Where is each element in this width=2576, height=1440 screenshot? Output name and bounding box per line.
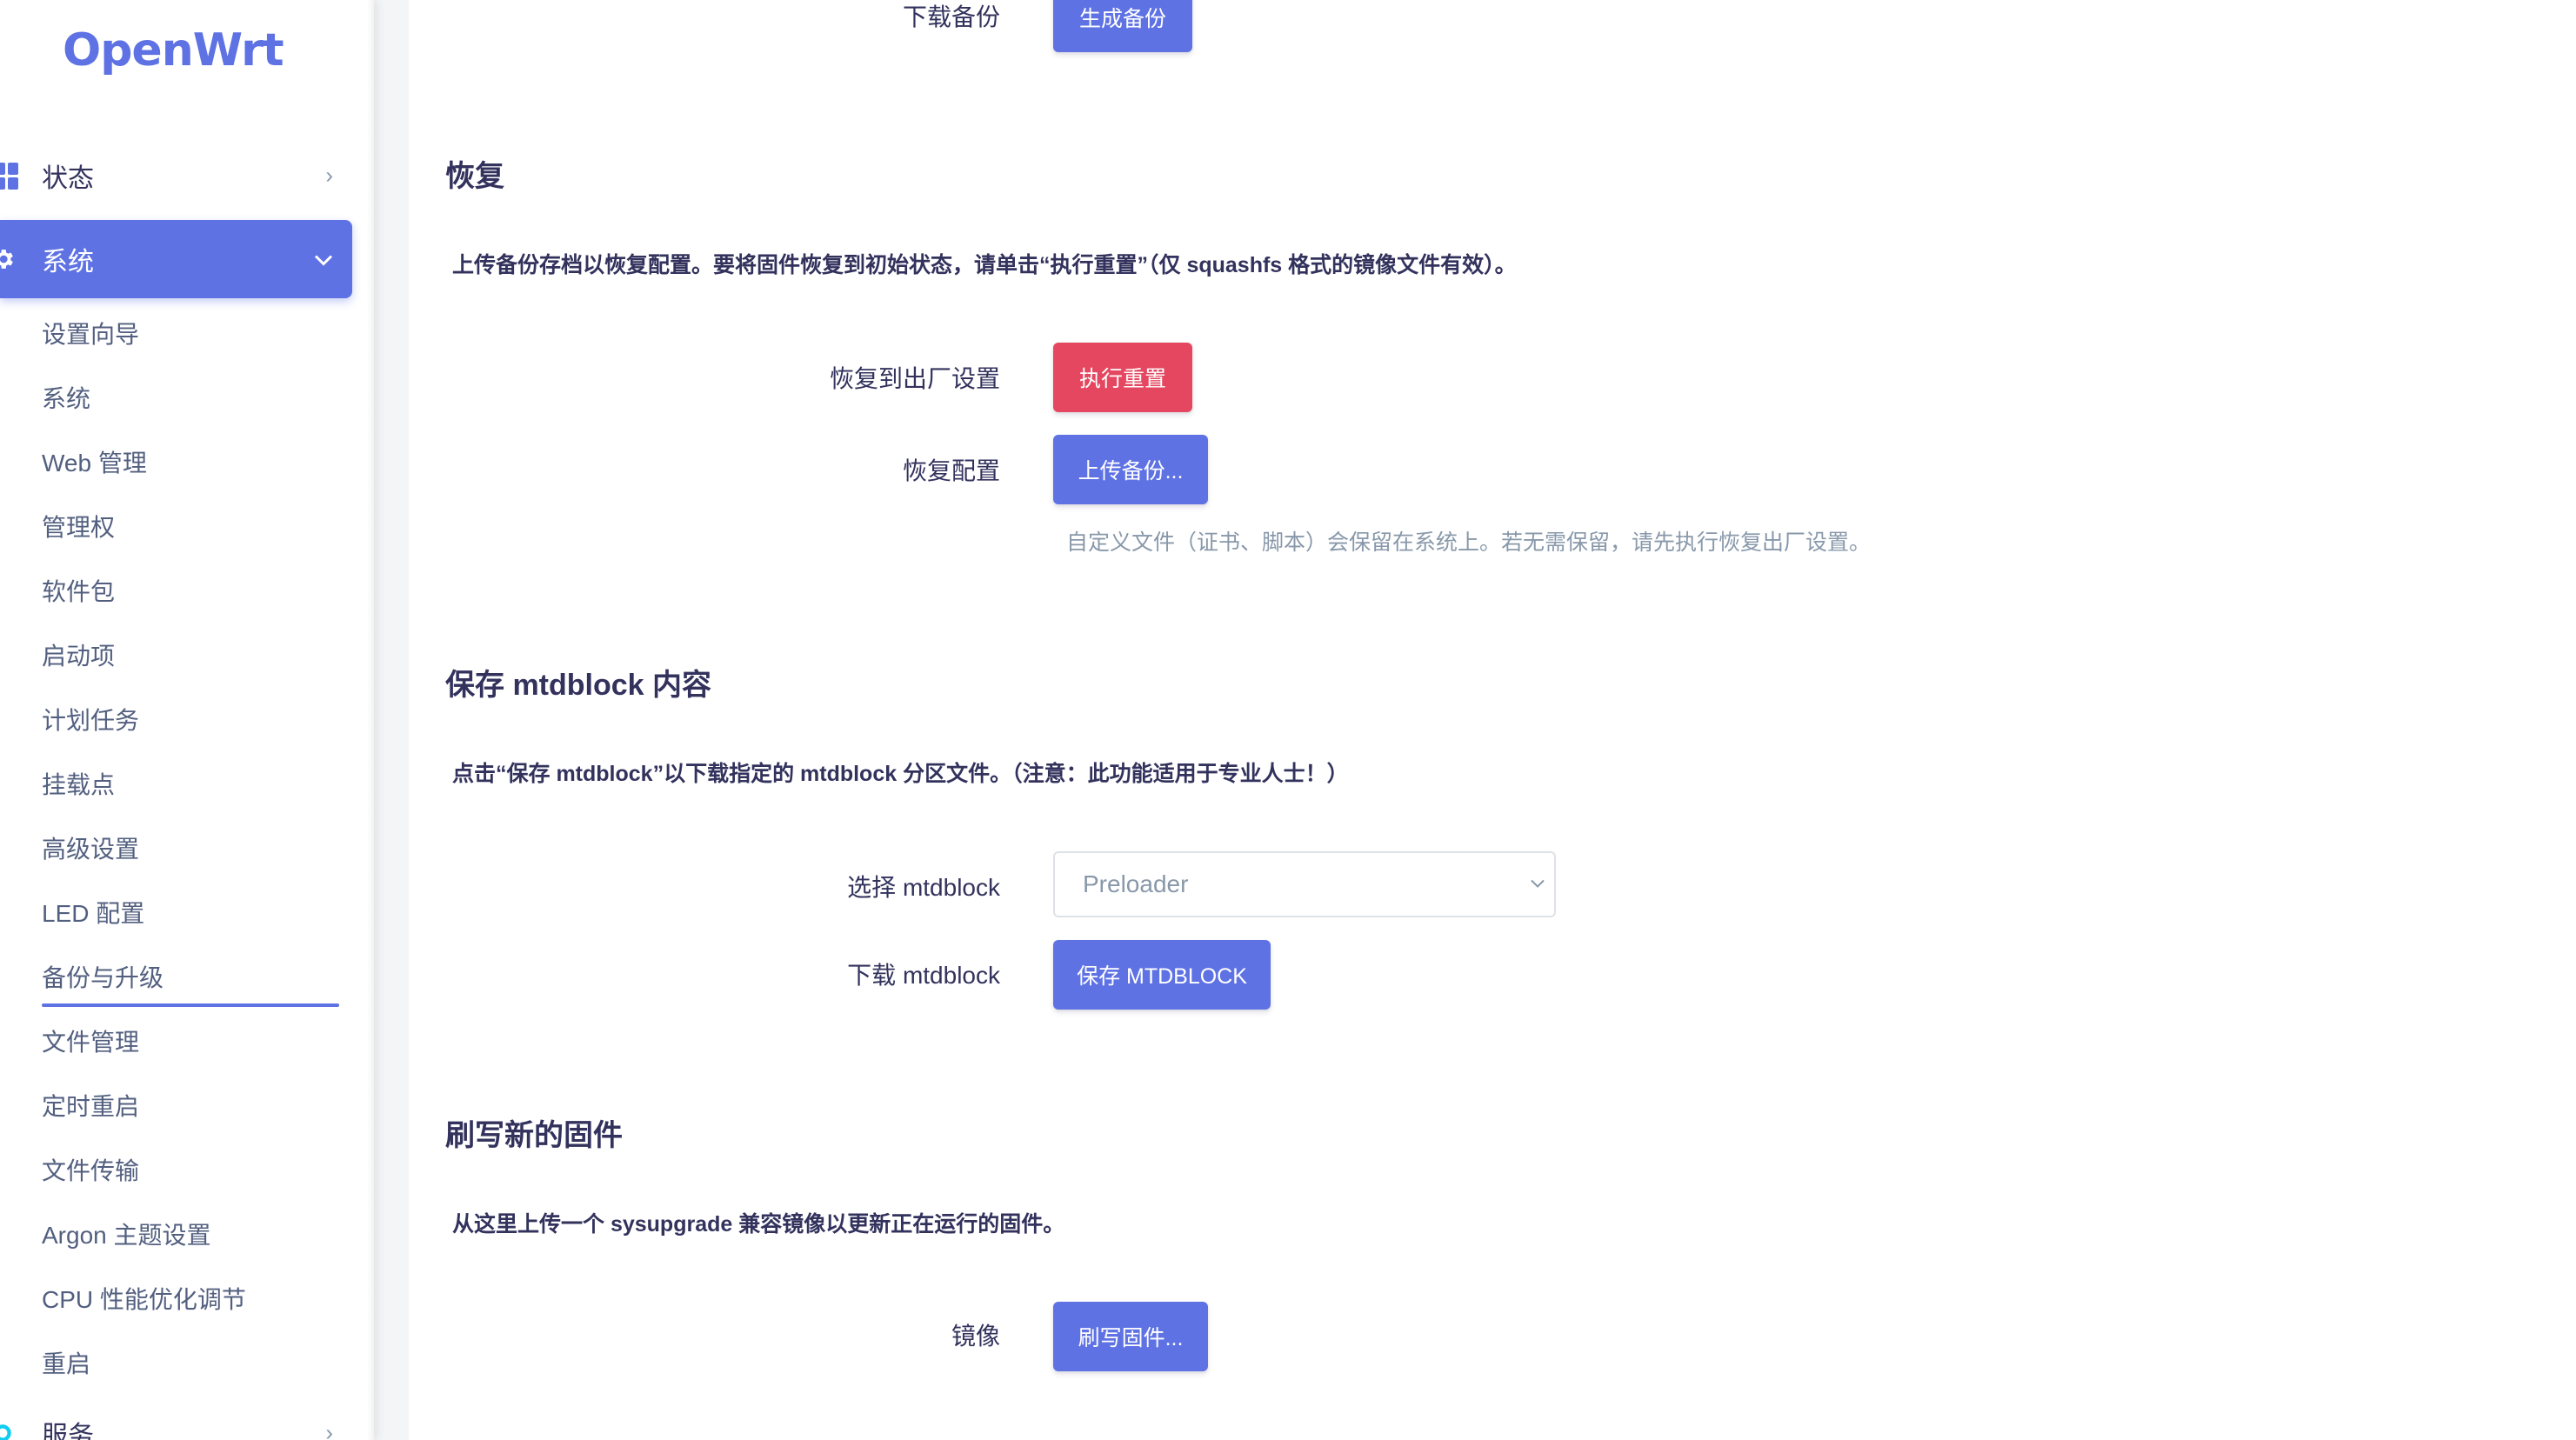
- sidebar-item-mount-points[interactable]: 挂载点: [42, 751, 339, 816]
- gear-icon: [0, 246, 23, 272]
- sidebar-item-scheduled-reboot[interactable]: 定时重启: [42, 1073, 339, 1137]
- factory-reset-label: 恢复到出厂设置: [829, 365, 1000, 392]
- download-backup-label: 下载备份: [902, 3, 1000, 30]
- sidebar-item-label: 状态: [42, 164, 94, 193]
- sidebar-item-startup[interactable]: 启动项: [42, 623, 339, 687]
- sidebar-item-system[interactable]: 系统: [0, 220, 352, 298]
- flash-section-title: 刷写新的固件: [445, 1119, 623, 1152]
- sidebar-item-administration[interactable]: 管理权: [42, 494, 339, 558]
- sidebar-item-label: 服务: [42, 1422, 94, 1440]
- system-submenu: 设置向导 系统 Web 管理 管理权 软件包 启动项 计划任务 挂载点 高级设置…: [42, 301, 339, 1395]
- sidebar-item-backup-upgrade[interactable]: 备份与升级: [42, 944, 339, 1009]
- dashboard-icon: [0, 162, 23, 190]
- mtdblock-select[interactable]: Preloader: [1053, 851, 1556, 917]
- restore-config-label: 恢复配置: [902, 457, 1000, 484]
- sidebar-item-argon-theme[interactable]: Argon 主题设置: [42, 1202, 339, 1266]
- sidebar-item-system[interactable]: 系统: [42, 365, 339, 430]
- sidebar-item-file-transfer[interactable]: 文件传输: [42, 1137, 339, 1202]
- chevron-right-icon: ›: [325, 1419, 333, 1440]
- select-mtdblock-label: 选择 mtdblock: [847, 874, 1000, 901]
- openwrt-logo[interactable]: OpenWrt: [63, 24, 284, 85]
- sidebar-item-setup-wizard[interactable]: 设置向导: [42, 301, 339, 365]
- sidebar-item-scheduled-tasks[interactable]: 计划任务: [42, 687, 339, 751]
- restore-hint: 自定义文件（证书、脚本）会保留在系统上。若无需保留，请先执行恢复出厂设置。: [1066, 530, 1872, 555]
- sidebar-item-services[interactable]: 服务 ›: [0, 1398, 352, 1440]
- sidebar-item-label: 系统: [42, 248, 94, 277]
- chevron-down-icon: [314, 246, 333, 273]
- chevron-down-icon: [1530, 875, 1545, 895]
- sidebar-item-software[interactable]: 软件包: [42, 558, 339, 623]
- sidebar-item-web-admin[interactable]: Web 管理: [42, 430, 339, 494]
- sidebar-item-advanced-settings[interactable]: 高级设置: [42, 816, 339, 880]
- mtdblock-description: 点击“保存 mtdblock”以下载指定的 mtdblock 分区文件。（注意：…: [452, 762, 1349, 786]
- download-mtdblock-label: 下载 mtdblock: [847, 962, 1000, 989]
- sidebar-item-cpu-tuning[interactable]: CPU 性能优化调节: [42, 1266, 339, 1330]
- save-mtdblock-button[interactable]: 保存 MTDBLOCK: [1053, 940, 1271, 1010]
- upload-backup-button[interactable]: 上传备份...: [1053, 435, 1208, 504]
- services-icon: [0, 1420, 23, 1440]
- restore-section-title: 恢复: [445, 160, 504, 193]
- flash-firmware-button[interactable]: 刷写固件...: [1053, 1302, 1208, 1371]
- restore-description: 上传备份存档以恢复配置。要将固件恢复到初始状态，请单击“执行重置”（仅 squa…: [452, 253, 1517, 277]
- chevron-right-icon: ›: [325, 162, 333, 189]
- sidebar-item-status[interactable]: 状态 ›: [0, 137, 352, 215]
- main-content: 下载备份 生成备份 恢复 上传备份存档以恢复配置。要将固件恢复到初始状态，请单击…: [409, 0, 2576, 1440]
- flash-description: 从这里上传一个 sysupgrade 兼容镜像以更新正在运行的固件。: [452, 1212, 1065, 1237]
- sidebar-item-led-config[interactable]: LED 配置: [42, 880, 339, 944]
- perform-reset-button[interactable]: 执行重置: [1053, 343, 1192, 412]
- generate-backup-button[interactable]: 生成备份: [1053, 0, 1192, 52]
- sidebar-item-reboot[interactable]: 重启: [42, 1330, 339, 1395]
- image-label: 镜像: [951, 1323, 1000, 1350]
- mtdblock-section-title: 保存 mtdblock 内容: [445, 669, 712, 702]
- sidebar: OpenWrt 状态 › 系统 设置向导 系统 Web 管理 管理权 软件包 启…: [0, 0, 374, 1440]
- mtdblock-select-value: Preloader: [1083, 870, 1189, 897]
- sidebar-item-file-manager[interactable]: 文件管理: [42, 1009, 339, 1073]
